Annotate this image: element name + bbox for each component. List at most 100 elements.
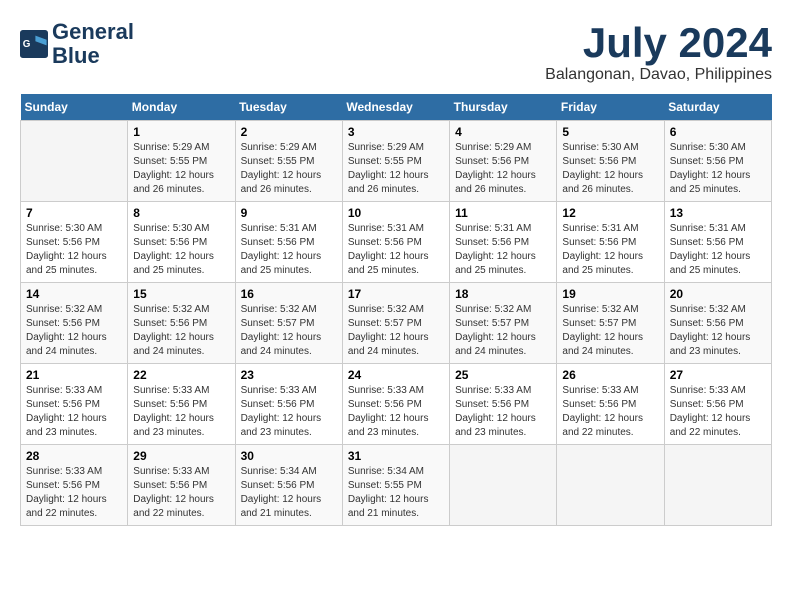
calendar-cell: 7Sunrise: 5:30 AMSunset: 5:56 PMDaylight… [21,202,128,283]
day-info: Sunrise: 5:30 AMSunset: 5:56 PMDaylight:… [670,141,766,197]
week-row-2: 7 Sunrise: 5:30 AMSunset: 5:56 PMDaylight… [21,202,772,283]
logo-icon: G [20,30,48,58]
calendar-cell: 4 Sunrise: 5:29 AMSunset: 5:56 PMDaylight… [450,121,557,202]
day-info: Sunrise: 5:33 AMSunset: 5:56 PMDaylight:… [670,384,766,440]
calendar-cell: 24 Sunrise: 5:33 AMSunset: 5:56 PMDayligh… [342,364,449,445]
location-title: Balangonan, Davao, Philippines [545,66,772,84]
calendar-cell: 16 Sunrise: 5:32 AMSunset: 5:57 PMDayligh… [235,283,342,364]
day-number: 7 [26,206,122,220]
day-number: 5 [562,125,658,139]
week-row-5: 28 Sunrise: 5:33 AMSunset: 5:56 PMDayligh… [21,445,772,526]
day-number: 19 [562,287,658,301]
calendar-cell: 26 Sunrise: 5:33 AMSunset: 5:56 PMDayligh… [557,364,664,445]
calendar-cell: 27 Sunrise: 5:33 AMSunset: 5:56 PMDayligh… [664,364,771,445]
page-header: G General Blue July 2024 Balangonan, Dav… [20,20,772,84]
weekday-header-wednesday: Wednesday [342,94,449,121]
calendar-cell: 5Sunrise: 5:30 AMSunset: 5:56 PMDaylight… [557,121,664,202]
day-number: 17 [348,287,444,301]
week-row-1: 1 Sunrise: 5:29 AMSunset: 5:55 PMDaylight… [21,121,772,202]
day-number: 11 [455,206,551,220]
calendar-cell [664,445,771,526]
day-info: Sunrise: 5:31 AMSunset: 5:56 PMDaylight:… [348,222,444,278]
logo: G General Blue [20,20,134,68]
day-number: 13 [670,206,766,220]
calendar-cell: 1 Sunrise: 5:29 AMSunset: 5:55 PMDaylight… [128,121,235,202]
day-number: 1 [133,125,229,139]
day-number: 14 [26,287,122,301]
day-number: 20 [670,287,766,301]
weekday-header-thursday: Thursday [450,94,557,121]
day-info: Sunrise: 5:33 AMSunset: 5:56 PMDaylight:… [26,384,122,440]
day-info: Sunrise: 5:33 AMSunset: 5:56 PMDaylight:… [241,384,337,440]
day-number: 27 [670,368,766,382]
calendar-cell [450,445,557,526]
calendar-cell: 31 Sunrise: 5:34 AMSunset: 5:55 PMDayligh… [342,445,449,526]
day-number: 9 [241,206,337,220]
weekday-header-sunday: Sunday [21,94,128,121]
calendar-cell: 22Sunrise: 5:33 AMSunset: 5:56 PMDayligh… [128,364,235,445]
logo-line1: General [52,19,134,44]
day-number: 3 [348,125,444,139]
day-info: Sunrise: 5:34 AMSunset: 5:56 PMDaylight:… [241,465,337,521]
day-info: Sunrise: 5:30 AMSunset: 5:56 PMDaylight:… [133,222,229,278]
calendar-cell: 9Sunrise: 5:31 AMSunset: 5:56 PMDaylight… [235,202,342,283]
day-number: 16 [241,287,337,301]
day-number: 31 [348,449,444,463]
svg-text:G: G [23,39,31,50]
day-number: 30 [241,449,337,463]
day-number: 25 [455,368,551,382]
calendar-cell: 14Sunrise: 5:32 AMSunset: 5:56 PMDayligh… [21,283,128,364]
weekday-header-row: SundayMondayTuesdayWednesdayThursdayFrid… [21,94,772,121]
day-info: Sunrise: 5:29 AMSunset: 5:56 PMDaylight:… [455,141,551,197]
day-number: 26 [562,368,658,382]
day-info: Sunrise: 5:29 AMSunset: 5:55 PMDaylight:… [133,141,229,197]
day-info: Sunrise: 5:33 AMSunset: 5:56 PMDaylight:… [348,384,444,440]
day-number: 2 [241,125,337,139]
day-info: Sunrise: 5:31 AMSunset: 5:56 PMDaylight:… [670,222,766,278]
calendar-cell: 3Sunrise: 5:29 AMSunset: 5:55 PMDaylight… [342,121,449,202]
calendar-cell: 2 Sunrise: 5:29 AMSunset: 5:55 PMDaylight… [235,121,342,202]
day-info: Sunrise: 5:33 AMSunset: 5:56 PMDaylight:… [562,384,658,440]
day-info: Sunrise: 5:34 AMSunset: 5:55 PMDaylight:… [348,465,444,521]
day-info: Sunrise: 5:31 AMSunset: 5:56 PMDaylight:… [455,222,551,278]
day-number: 8 [133,206,229,220]
calendar-cell: 28 Sunrise: 5:33 AMSunset: 5:56 PMDayligh… [21,445,128,526]
day-info: Sunrise: 5:29 AMSunset: 5:55 PMDaylight:… [241,141,337,197]
title-area: July 2024 Balangonan, Davao, Philippines [545,20,772,84]
day-info: Sunrise: 5:33 AMSunset: 5:56 PMDaylight:… [455,384,551,440]
day-number: 28 [26,449,122,463]
weekday-header-monday: Monday [128,94,235,121]
day-number: 21 [26,368,122,382]
calendar-cell: 19Sunrise: 5:32 AMSunset: 5:57 PMDayligh… [557,283,664,364]
calendar-table: SundayMondayTuesdayWednesdayThursdayFrid… [20,94,772,526]
calendar-cell: 29Sunrise: 5:33 AMSunset: 5:56 PMDayligh… [128,445,235,526]
day-info: Sunrise: 5:32 AMSunset: 5:57 PMDaylight:… [455,303,551,359]
calendar-cell: 25 Sunrise: 5:33 AMSunset: 5:56 PMDayligh… [450,364,557,445]
calendar-cell: 10 Sunrise: 5:31 AMSunset: 5:56 PMDayligh… [342,202,449,283]
day-info: Sunrise: 5:32 AMSunset: 5:56 PMDaylight:… [670,303,766,359]
logo-line2: Blue [52,43,100,68]
day-number: 4 [455,125,551,139]
day-number: 18 [455,287,551,301]
calendar-cell: 15Sunrise: 5:32 AMSunset: 5:56 PMDayligh… [128,283,235,364]
calendar-cell [557,445,664,526]
calendar-cell: 30 Sunrise: 5:34 AMSunset: 5:56 PMDayligh… [235,445,342,526]
day-number: 24 [348,368,444,382]
weekday-header-friday: Friday [557,94,664,121]
week-row-4: 21 Sunrise: 5:33 AMSunset: 5:56 PMDayligh… [21,364,772,445]
day-info: Sunrise: 5:33 AMSunset: 5:56 PMDaylight:… [26,465,122,521]
day-info: Sunrise: 5:32 AMSunset: 5:56 PMDaylight:… [133,303,229,359]
calendar-cell: 11 Sunrise: 5:31 AMSunset: 5:56 PMDayligh… [450,202,557,283]
weekday-header-saturday: Saturday [664,94,771,121]
calendar-cell: 12Sunrise: 5:31 AMSunset: 5:56 PMDayligh… [557,202,664,283]
weekday-header-tuesday: Tuesday [235,94,342,121]
calendar-cell: 6Sunrise: 5:30 AMSunset: 5:56 PMDaylight… [664,121,771,202]
day-info: Sunrise: 5:31 AMSunset: 5:56 PMDaylight:… [562,222,658,278]
calendar-cell: 23Sunrise: 5:33 AMSunset: 5:56 PMDayligh… [235,364,342,445]
day-info: Sunrise: 5:32 AMSunset: 5:57 PMDaylight:… [241,303,337,359]
day-number: 10 [348,206,444,220]
calendar-cell [21,121,128,202]
calendar-cell: 8 Sunrise: 5:30 AMSunset: 5:56 PMDaylight… [128,202,235,283]
logo-name: General Blue [52,20,134,68]
calendar-cell: 20 Sunrise: 5:32 AMSunset: 5:56 PMDayligh… [664,283,771,364]
